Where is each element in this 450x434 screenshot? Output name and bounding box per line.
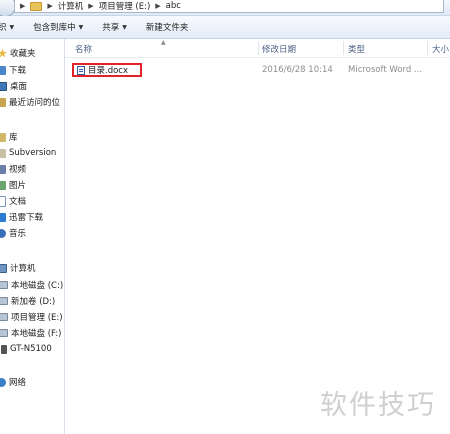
share-button[interactable]: 共享 ▼ [92,21,136,33]
column-divider[interactable] [343,41,344,55]
file-row[interactable]: 目录.docx 2016/6/28 10:14 Microsoft Word .… [65,63,450,78]
include-in-library-button[interactable]: 包含到库中 ▼ [23,21,92,33]
hard-drive-icon [0,281,8,289]
chevron-right-icon[interactable]: ▶ [47,2,52,10]
nav-item-label: 迅雷下载 [9,213,44,223]
nav-favorites[interactable]: 收藏夹 [0,46,36,60]
nav-item-pictures[interactable]: 图片 [0,178,26,192]
nav-libraries-label: 库 [9,133,18,143]
new-folder-button[interactable]: 新建文件夹 [136,21,198,33]
chevron-down-icon: ▼ [78,23,84,31]
breadcrumb-computer[interactable]: 计算机 [58,0,84,12]
address-box[interactable]: ▶ ▶ 计算机 ▶ 项目管理 (E:) ▶ abc [14,0,444,13]
nav-computer-label: 计算机 [10,264,36,274]
chevron-right-icon[interactable]: ▶ [88,2,93,10]
nav-favorites-label: 收藏夹 [10,49,36,59]
nav-item-label: Subversion [9,148,57,158]
column-headers: ▲ 名称 修改日期 类型 大小 [65,39,450,58]
nav-network-label: 网络 [9,378,27,388]
picture-icon [0,180,6,190]
recent-places-icon [0,97,6,107]
star-icon [0,48,7,58]
nav-item-subversion[interactable]: Subversion [0,146,56,160]
address-bar: ▶ ▶ 计算机 ▶ 项目管理 (E:) ▶ abc [0,0,450,17]
computer-icon [0,263,7,273]
new-folder-label: 新建文件夹 [145,23,189,33]
column-header-name[interactable]: 名称 [75,43,92,55]
music-icon [0,228,6,238]
nav-item-drive-c[interactable]: 本地磁盘 (C:) [0,278,63,292]
column-header-date[interactable]: 修改日期 [262,43,296,55]
file-type: Microsoft Word ... [348,65,423,75]
watermark-text: 软件技巧 [320,390,436,421]
column-divider[interactable] [427,41,428,55]
document-icon [0,195,6,207]
nav-computer[interactable]: 计算机 [0,261,36,275]
nav-item-label: GT-N5100 [10,344,52,354]
nav-item-downloads[interactable]: 下载 [0,63,26,77]
breadcrumb-abc[interactable]: abc [166,1,181,11]
nav-item-drive-e[interactable]: 项目管理 (E:) [0,310,63,324]
xunlei-download-icon [0,212,6,222]
nav-item-xunlei[interactable]: 迅雷下载 [0,210,43,224]
nav-item-recent[interactable]: 最近访问的位 [0,95,60,109]
nav-item-label: 最近访问的位 [9,98,61,108]
nav-item-label: 图片 [9,181,27,191]
library-icon [0,132,6,142]
breadcrumb-drive-e[interactable]: 项目管理 (E:) [99,0,151,12]
nav-network[interactable]: 网络 [0,375,26,389]
nav-item-label: 文档 [9,197,27,207]
word-document-icon [77,65,85,75]
organize-button[interactable]: 织 ▼ [0,21,23,33]
chevron-right-icon: ▶ [20,2,26,10]
column-header-size[interactable]: 大小 [432,43,449,55]
phone-icon [1,344,7,354]
nav-item-label: 音乐 [9,229,27,239]
nav-item-music[interactable]: 音乐 [0,226,26,240]
desktop-icon [0,81,7,91]
nav-item-label: 项目管理 (E:) [11,313,63,323]
hard-drive-icon [0,329,8,337]
nav-item-label: 桌面 [10,82,28,92]
column-divider[interactable] [258,41,259,55]
file-name-cell[interactable]: 目录.docx [72,63,142,77]
network-icon [0,377,6,387]
file-name: 目录.docx [88,66,129,76]
hard-drive-icon [0,297,8,305]
sort-arrow-icon: ▲ [161,39,166,46]
hard-drive-icon [0,313,8,321]
nav-item-label: 本地磁盘 (F:) [11,329,62,339]
command-bar: 织 ▼ 包含到库中 ▼ 共享 ▼ 新建文件夹 [0,16,450,39]
nav-item-videos[interactable]: 视频 [0,162,26,176]
chevron-right-icon[interactable]: ▶ [155,2,160,10]
nav-item-drive-f[interactable]: 本地磁盘 (F:) [0,326,61,340]
nav-item-device[interactable]: GT-N5100 [1,342,52,356]
folder-icon [30,1,43,11]
share-label: 共享 [102,23,120,33]
nav-item-desktop[interactable]: 桌面 [0,79,27,93]
file-date: 2016/6/28 10:14 [262,65,333,75]
nav-item-label: 新加卷 (D:) [11,297,56,307]
nav-item-drive-d[interactable]: 新加卷 (D:) [0,294,55,308]
organize-label: 织 [0,23,7,33]
download-icon [0,65,6,75]
column-header-type[interactable]: 类型 [348,43,365,55]
chevron-down-icon: ▼ [122,23,127,31]
file-list[interactable]: ▲ 名称 修改日期 类型 大小 目录.docx 2016/6/28 10:14 … [65,39,450,434]
nav-item-documents[interactable]: 文档 [0,194,26,208]
video-icon [0,164,6,174]
include-in-library-label: 包含到库中 [33,23,76,33]
chevron-down-icon: ▼ [9,23,15,31]
subversion-icon [0,148,6,158]
nav-item-label: 本地磁盘 (C:) [11,281,64,291]
nav-item-label: 下载 [9,66,27,76]
nav-libraries[interactable]: 库 [0,130,18,144]
nav-item-label: 视频 [9,165,27,175]
navigation-pane: 收藏夹 下载 桌面 最近访问的位 库 Subversion 视频 图片 文档 迅… [0,39,65,434]
